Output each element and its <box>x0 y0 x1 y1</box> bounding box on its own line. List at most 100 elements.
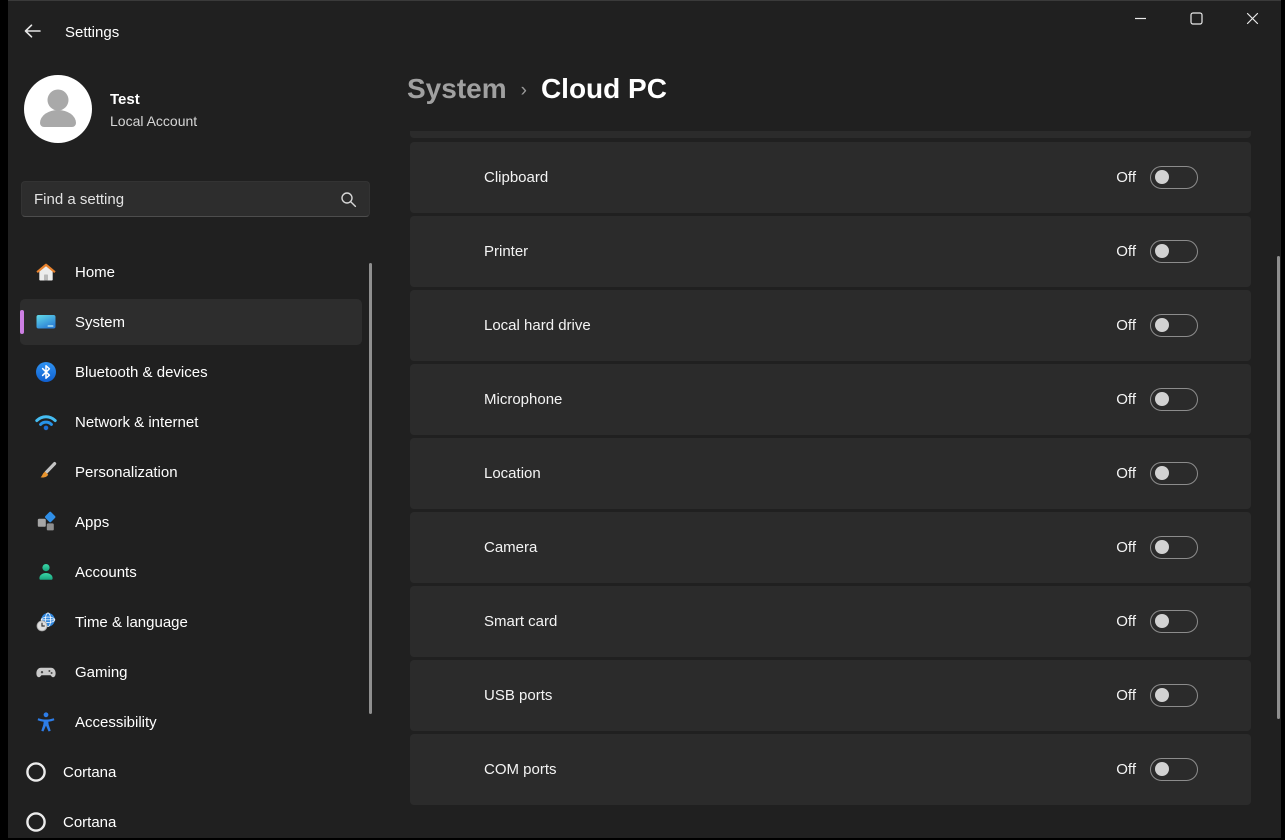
toggle-state-label: Off <box>1116 391 1136 408</box>
toggle-knob <box>1155 688 1169 702</box>
toggle-knob <box>1155 762 1169 776</box>
accessibility-icon <box>33 710 58 735</box>
sidebar-item-label: Bluetooth & devices <box>75 363 208 381</box>
selected-accent-pill <box>20 310 24 334</box>
location-toggle[interactable] <box>1150 462 1198 485</box>
account-avatar[interactable] <box>24 75 92 143</box>
accounts-icon <box>33 560 58 585</box>
breadcrumb-separator-icon: › <box>520 80 527 101</box>
setting-row-microphone: Microphone Off <box>410 364 1251 435</box>
sidebar-item-label: Personalization <box>75 463 178 481</box>
setting-label: Printer <box>484 243 529 260</box>
toggle-knob <box>1155 244 1169 258</box>
maximize-button[interactable] <box>1173 5 1219 37</box>
setting-label: Microphone <box>484 391 563 408</box>
sidebar-item-apps[interactable]: Apps <box>20 499 362 545</box>
sidebar-item-label: Network & internet <box>75 413 199 431</box>
sidebar-item-system[interactable]: System <box>20 299 362 345</box>
setting-row-printer: Printer Off <box>410 216 1251 287</box>
sidebar-item-label: Cortana <box>63 763 117 781</box>
sidebar-item-label: Time & language <box>75 613 188 631</box>
cortana-icon <box>25 761 47 783</box>
microphone-toggle[interactable] <box>1150 388 1198 411</box>
person-icon <box>24 73 92 146</box>
setting-row-clipboard: Clipboard Off <box>410 142 1251 213</box>
search-input[interactable] <box>22 190 340 208</box>
sidebar-item-bluetooth-devices[interactable]: Bluetooth & devices <box>20 349 362 395</box>
caption-buttons <box>1117 5 1275 37</box>
toggle-state-label: Off <box>1116 613 1136 630</box>
clipboard-toggle[interactable] <box>1150 166 1198 189</box>
settings-window: Settings Test Local Account Find a setti… <box>8 0 1281 838</box>
usb-ports-toggle[interactable] <box>1150 684 1198 707</box>
personalization-icon <box>33 460 58 485</box>
setting-label: Location <box>484 465 541 482</box>
sidebar-item-label: System <box>75 313 126 331</box>
toggle-state-label: Off <box>1116 687 1136 704</box>
minimize-icon <box>1134 12 1147 30</box>
local-hard-drive-toggle[interactable] <box>1150 314 1198 337</box>
system-icon <box>33 310 58 335</box>
camera-toggle[interactable] <box>1150 536 1198 559</box>
setting-row-location: Location Off <box>410 438 1251 509</box>
com-ports-toggle[interactable] <box>1150 758 1198 781</box>
setting-row-camera: Camera Off <box>410 512 1251 583</box>
app-title: Settings <box>65 24 120 41</box>
settings-list: Clipboard Off Printer Off Local hard dri… <box>410 131 1251 808</box>
sidebar-item-label: Gaming <box>75 663 128 681</box>
sidebar-nav: Home System Bluetooth & devices Network … <box>20 249 362 838</box>
toggle-state-label: Off <box>1116 761 1136 778</box>
toggle-knob <box>1155 614 1169 628</box>
sidebar-item-personalization[interactable]: Personalization <box>20 449 362 495</box>
toggle-knob <box>1155 540 1169 554</box>
setting-row-usb-ports: USB ports Off <box>410 660 1251 731</box>
sidebar-item-gaming[interactable]: Gaming <box>20 649 362 695</box>
toggle-state-label: Off <box>1116 539 1136 556</box>
sidebar-item-network-internet[interactable]: Network & internet <box>20 399 362 445</box>
content-scrollbar[interactable] <box>1277 256 1280 719</box>
close-icon <box>1246 12 1259 30</box>
sidebar-item-time-language[interactable]: Time & language <box>20 599 362 645</box>
partial-row-above <box>410 131 1251 138</box>
back-arrow-icon <box>22 22 42 45</box>
sidebar-item-cortana-1[interactable]: Cortana <box>20 749 362 795</box>
page-title: Cloud PC <box>540 73 667 104</box>
account-type: Local Account <box>110 113 198 129</box>
sidebar-item-accessibility[interactable]: Accessibility <box>20 699 362 745</box>
home-icon <box>33 260 58 285</box>
close-button[interactable] <box>1229 5 1275 37</box>
apps-icon <box>33 510 58 535</box>
setting-label: Smart card <box>484 613 558 630</box>
sidebar-item-label: Accounts <box>75 563 137 581</box>
titlebar: Settings <box>8 1 1281 49</box>
setting-label: Camera <box>484 539 538 556</box>
printer-toggle[interactable] <box>1150 240 1198 263</box>
sidebar-item-cortana-2[interactable]: Cortana <box>20 799 362 838</box>
sidebar-scrollbar[interactable] <box>369 263 372 714</box>
toggle-state-label: Off <box>1116 317 1136 334</box>
toggle-knob <box>1155 466 1169 480</box>
toggle-knob <box>1155 170 1169 184</box>
maximize-icon <box>1189 12 1203 30</box>
sidebar-item-home[interactable]: Home <box>20 249 362 295</box>
sidebar-item-accounts[interactable]: Accounts <box>20 549 362 595</box>
back-button[interactable] <box>20 22 44 44</box>
sidebar: Test Local Account Home <box>8 49 380 838</box>
breadcrumb: System › Cloud PC <box>407 73 667 105</box>
minimize-button[interactable] <box>1117 5 1163 37</box>
breadcrumb-section[interactable]: System <box>407 73 507 105</box>
toggle-knob <box>1155 318 1169 332</box>
time-language-icon <box>33 610 58 635</box>
setting-row-local-hard-drive: Local hard drive Off <box>410 290 1251 361</box>
setting-label: Clipboard <box>484 169 549 186</box>
smart-card-toggle[interactable] <box>1150 610 1198 633</box>
sidebar-item-label: Accessibility <box>75 713 157 731</box>
search-icon <box>340 191 357 208</box>
setting-label: Local hard drive <box>484 317 591 334</box>
network-icon <box>33 410 58 435</box>
setting-row-smart-card: Smart card Off <box>410 586 1251 657</box>
sidebar-item-label: Home <box>75 263 116 281</box>
toggle-state-label: Off <box>1116 169 1136 186</box>
cortana-icon <box>25 811 47 833</box>
setting-label: COM ports <box>484 761 557 778</box>
